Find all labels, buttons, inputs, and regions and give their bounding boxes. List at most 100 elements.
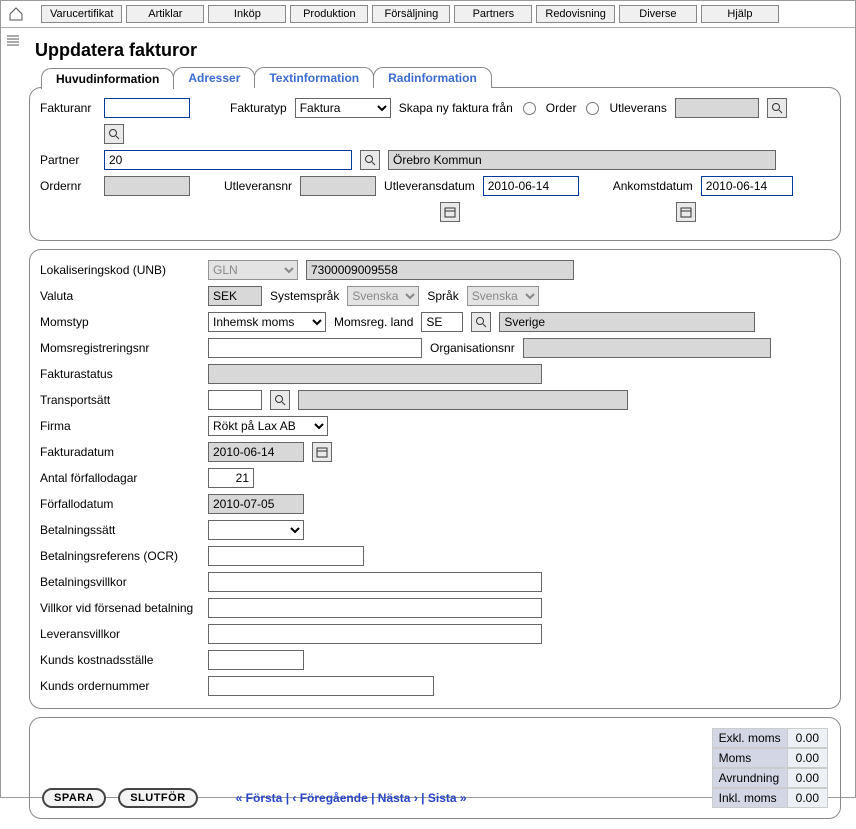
total-moms-label: Moms xyxy=(712,748,787,768)
pager-prev[interactable]: ‹ Föregående xyxy=(292,791,367,805)
search-icon-partner[interactable] xyxy=(360,150,380,170)
label-skapa: Skapa ny faktura från xyxy=(399,101,513,115)
label-partner: Partner xyxy=(40,153,96,167)
input-kundskost[interactable] xyxy=(208,650,304,670)
total-avr-label: Avrundning xyxy=(712,768,787,788)
input-kundsorder[interactable] xyxy=(208,676,434,696)
select-firma[interactable]: Rökt på Lax AB xyxy=(208,416,328,436)
nav-varucertifikat[interactable]: Varucertifikat xyxy=(41,5,122,23)
tab-adresser[interactable]: Adresser xyxy=(173,67,255,88)
label-leveransvillkor: Leveransvillkor xyxy=(40,627,200,641)
select-fakturatyp[interactable]: Faktura xyxy=(295,98,391,118)
display-partner-name xyxy=(388,150,776,170)
main: Uppdatera fakturor Huvudinformation Adre… xyxy=(1,28,855,829)
label-ankomstdatum: Ankomstdatum xyxy=(613,179,693,193)
search-icon-skapa[interactable] xyxy=(767,98,787,118)
search-icon-transport[interactable] xyxy=(270,390,290,410)
list-icon[interactable] xyxy=(4,32,22,50)
input-orgnr xyxy=(523,338,771,358)
panel-footer: SPARA SLUTFÖR « Första | ‹ Föregående | … xyxy=(29,717,841,819)
nav-diverse[interactable]: Diverse xyxy=(619,5,697,23)
pager-first[interactable]: « Första xyxy=(236,791,283,805)
input-lokkod xyxy=(306,260,574,280)
input-forfallo xyxy=(208,494,304,514)
calendar-icon-utlev[interactable] xyxy=(440,202,460,222)
tab-huvudinformation[interactable]: Huvudinformation xyxy=(41,68,174,89)
label-fakturadatum: Fakturadatum xyxy=(40,445,200,459)
label-momstyp: Momstyp xyxy=(40,315,200,329)
select-lokkod-type: GLN xyxy=(208,260,298,280)
label-kundskost: Kunds kostnadsställe xyxy=(40,653,200,667)
side-tools xyxy=(1,28,25,829)
input-fakturastatus xyxy=(208,364,542,384)
label-utleveransnr: Utleveransnr xyxy=(224,179,292,193)
tab-textinformation[interactable]: Textinformation xyxy=(254,67,374,88)
select-sprak: Svenska xyxy=(467,286,539,306)
label-forfallo: Förfallodatum xyxy=(40,497,200,511)
input-skapa-fran[interactable] xyxy=(675,98,759,118)
label-betalsatt: Betalningssätt xyxy=(40,523,200,537)
tab-row: Huvudinformation Adresser Textinformatio… xyxy=(41,67,841,88)
top-nav: Varucertifikat Artiklar Inköp Produktion… xyxy=(1,1,855,28)
label-villkorsen: Villkor vid försenad betalning xyxy=(40,601,200,615)
label-momsregland: Momsreg. land xyxy=(334,315,413,329)
input-fakturadatum[interactable] xyxy=(208,442,304,462)
input-villkorsen[interactable] xyxy=(208,598,542,618)
label-betalref: Betalningsreferens (OCR) xyxy=(40,549,200,563)
label-systemsprak: Systemspråk xyxy=(270,289,339,303)
input-valuta xyxy=(208,286,262,306)
calendar-icon-ankomst[interactable] xyxy=(676,202,696,222)
page-title: Uppdatera fakturor xyxy=(35,40,841,61)
nav-inkop[interactable]: Inköp xyxy=(208,5,286,23)
home-icon[interactable] xyxy=(7,5,25,23)
input-utleveransnr xyxy=(300,176,376,196)
select-systemsprak: Svenska xyxy=(347,286,419,306)
totals-table: Exkl. moms 0.00 Moms 0.00 Avrundning 0.0… xyxy=(712,728,828,808)
finish-button[interactable]: SLUTFÖR xyxy=(118,788,197,808)
input-momsregland[interactable] xyxy=(421,312,463,332)
label-antal: Antal förfallodagar xyxy=(40,471,200,485)
display-transportsatt xyxy=(298,390,628,410)
input-ankomstdatum[interactable] xyxy=(701,176,793,196)
input-betalvillkor[interactable] xyxy=(208,572,542,592)
input-leveransvillkor[interactable] xyxy=(208,624,542,644)
total-inkl-label: Inkl. moms xyxy=(712,788,787,808)
nav-partners[interactable]: Partners xyxy=(454,5,532,23)
nav-artiklar[interactable]: Artiklar xyxy=(126,5,204,23)
label-fakturatyp: Fakturatyp xyxy=(230,101,287,115)
input-momsreg[interactable] xyxy=(208,338,422,358)
search-icon-momsregland[interactable] xyxy=(471,312,491,332)
pager-last[interactable]: Sista » xyxy=(428,791,467,805)
pager-next[interactable]: Nästa › xyxy=(378,791,418,805)
input-antal[interactable] xyxy=(208,468,254,488)
radio-order[interactable] xyxy=(523,102,536,115)
nav-hjalp[interactable]: Hjälp xyxy=(701,5,779,23)
nav-redovisning[interactable]: Redovisning xyxy=(536,5,615,23)
label-valuta: Valuta xyxy=(40,289,200,303)
panel-header: Fakturanr Fakturatyp Faktura Skapa ny fa… xyxy=(29,87,841,241)
input-transportsatt[interactable] xyxy=(208,390,262,410)
label-orgnr: Organisationsnr xyxy=(430,341,515,355)
nav-produktion[interactable]: Produktion xyxy=(290,5,368,23)
panel-body: Lokaliseringskod (UNB) GLN Valuta System… xyxy=(29,249,841,709)
nav-forsaljning[interactable]: Försäljning xyxy=(372,5,450,23)
label-fakturanr: Fakturanr xyxy=(40,101,96,115)
label-utleveransdatum: Utleveransdatum xyxy=(384,179,475,193)
tab-radinformation[interactable]: Radinformation xyxy=(373,67,492,88)
label-lokkod: Lokaliseringskod (UNB) xyxy=(40,263,200,277)
input-betalref[interactable] xyxy=(208,546,364,566)
total-exkl-label: Exkl. moms xyxy=(712,728,787,748)
label-sprak: Språk xyxy=(427,289,458,303)
input-partner[interactable] xyxy=(104,150,352,170)
radio-utleverans[interactable] xyxy=(586,102,599,115)
save-button[interactable]: SPARA xyxy=(42,788,106,808)
input-fakturanr[interactable] xyxy=(104,98,190,118)
select-betalsatt[interactable] xyxy=(208,520,304,540)
label-betalvillkor: Betalningsvillkor xyxy=(40,575,200,589)
search-icon-fakturanr[interactable] xyxy=(104,124,124,144)
calendar-icon-fakturadatum[interactable] xyxy=(312,442,332,462)
label-order: Order xyxy=(546,101,577,115)
select-momstyp[interactable]: Inhemsk moms xyxy=(208,312,326,332)
input-ordernr xyxy=(104,176,190,196)
input-utleveransdatum[interactable] xyxy=(483,176,579,196)
